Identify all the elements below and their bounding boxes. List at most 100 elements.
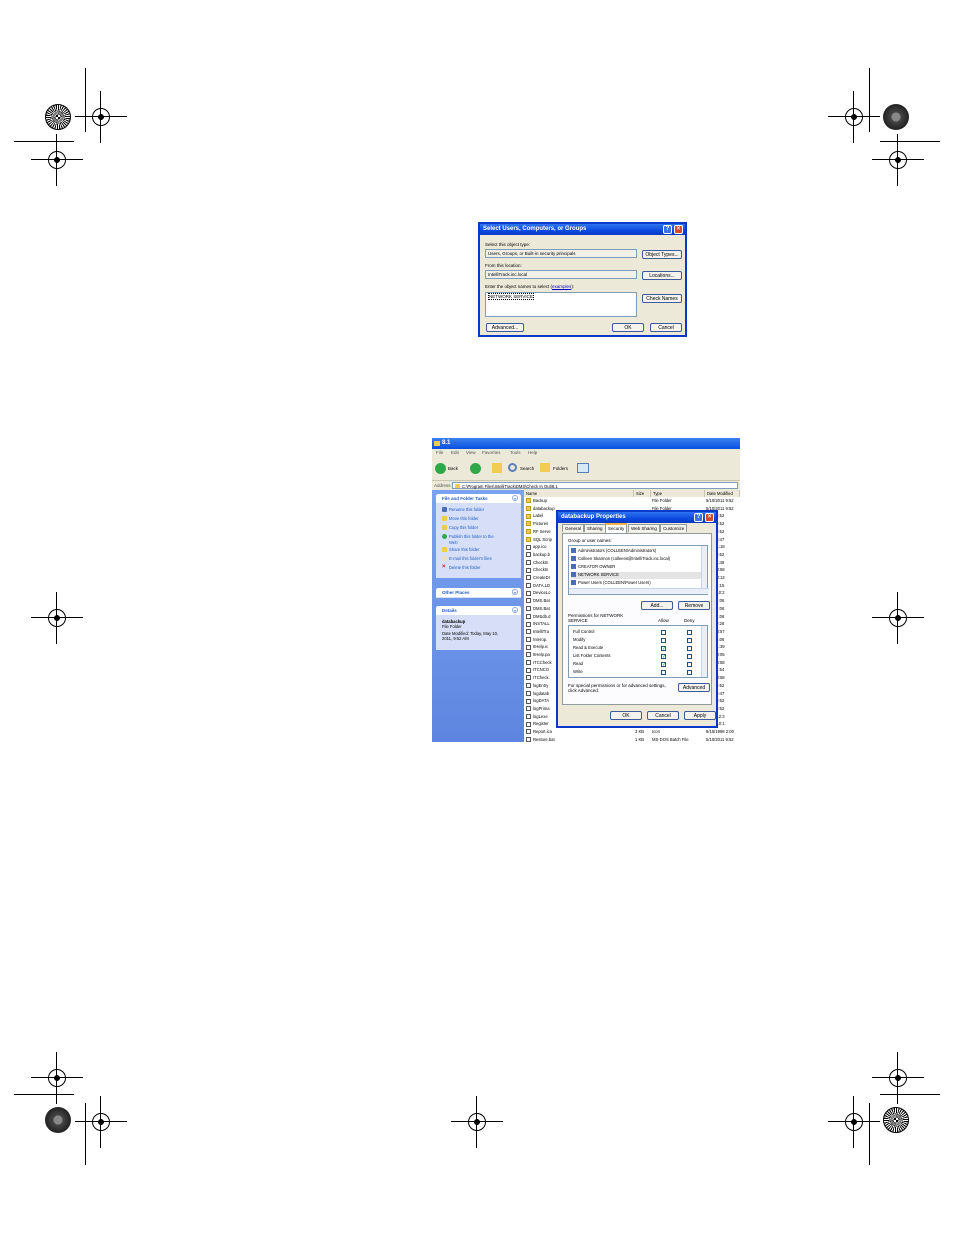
search-button-label[interactable]: Search <box>520 466 534 471</box>
file-row[interactable]: Interop. <box>526 637 547 644</box>
delete-folder-task[interactable]: × Delete this folder <box>442 564 480 570</box>
file-row[interactable]: Register <box>526 721 549 728</box>
views-icon[interactable] <box>577 463 589 473</box>
file-row[interactable]: logEntry <box>526 683 548 690</box>
move-folder-task[interactable]: Move this folder <box>442 516 479 522</box>
file-row[interactable]: Report.ico <box>526 729 552 736</box>
folders-button-label[interactable]: Folders <box>553 466 568 471</box>
allow-checkbox[interactable] <box>661 670 666 675</box>
column-header-name[interactable]: Name <box>524 490 634 497</box>
tab-web-sharing[interactable]: Web Sharing <box>628 524 660 532</box>
file-row[interactable]: DMSdb.d <box>526 614 550 621</box>
file-row[interactable]: ITCNCO <box>526 667 549 674</box>
allow-checkbox[interactable]: ✓ <box>661 654 666 660</box>
file-row[interactable]: CheckIn <box>526 560 548 567</box>
object-types-button[interactable]: Object Types... <box>642 250 682 259</box>
object-names-input[interactable]: NETWORK SERVICE <box>485 292 637 317</box>
cancel-button[interactable]: Cancel <box>647 711 679 720</box>
deny-checkbox[interactable] <box>687 646 692 651</box>
add-button[interactable]: Add... <box>641 601 673 610</box>
allow-checkbox[interactable] <box>661 638 666 643</box>
deny-checkbox[interactable] <box>687 630 692 635</box>
search-icon[interactable] <box>508 463 517 472</box>
file-row[interactable]: ITCCheck <box>526 660 552 667</box>
check-names-button[interactable]: Check Names <box>642 294 682 303</box>
examples-link[interactable]: examples <box>552 284 571 289</box>
group-list-item[interactable]: CREATOR OWNER <box>571 564 701 571</box>
apply-button[interactable]: Apply <box>684 711 716 720</box>
column-header-size[interactable]: Size <box>634 490 651 497</box>
up-folder-icon[interactable] <box>492 463 502 473</box>
file-row[interactable]: databackup <box>526 506 555 513</box>
column-header-type[interactable]: Type <box>651 490 705 497</box>
deny-checkbox[interactable] <box>687 638 692 643</box>
publish-folder-task-web[interactable]: Web <box>449 540 458 545</box>
close-icon[interactable]: × <box>705 513 714 522</box>
tab-customize[interactable]: Customize <box>660 524 688 532</box>
help-icon[interactable]: ? <box>663 225 672 234</box>
tab-security[interactable]: Security <box>605 523 628 533</box>
menu-edit[interactable]: Edit <box>451 450 459 455</box>
forward-arrow-icon[interactable] <box>470 463 481 474</box>
rename-folder-task[interactable]: Rename this folder <box>442 507 484 513</box>
details-header[interactable]: Details « <box>436 606 521 615</box>
horizontal-scrollbar[interactable] <box>569 588 709 594</box>
vertical-scrollbar[interactable] <box>701 626 707 677</box>
ok-button[interactable]: OK <box>610 711 642 720</box>
file-row[interactable]: backup.b <box>526 552 550 559</box>
other-places-header[interactable]: Other Places» <box>436 588 521 597</box>
file-row[interactable]: SQL Scrip <box>526 537 552 544</box>
menu-help[interactable]: Help <box>528 450 537 455</box>
menu-favorites[interactable]: Favorites <box>482 450 501 455</box>
file-row[interactable]: ItHelp.ic <box>526 644 548 651</box>
tab-general[interactable]: General <box>562 524 585 532</box>
file-row[interactable]: DATA.LD <box>526 583 550 590</box>
advanced-button[interactable]: Advanced <box>678 683 710 692</box>
collapse-chevron-icon[interactable]: « <box>512 607 518 613</box>
file-row[interactable]: INSTALL <box>526 621 550 628</box>
file-row[interactable]: app.ico <box>526 544 547 551</box>
file-row[interactable]: DMS.Bat <box>526 606 550 613</box>
menu-file[interactable]: File <box>436 450 443 455</box>
deny-checkbox[interactable] <box>687 654 692 659</box>
tab-sharing[interactable]: Sharing <box>584 524 606 532</box>
file-row[interactable]: CheckIn <box>526 567 548 574</box>
allow-checkbox[interactable]: ✓ <box>661 662 666 668</box>
group-list-item[interactable]: Administrators (COLLEEN\Administrators) <box>571 548 701 555</box>
menu-tools[interactable]: Tools <box>510 450 521 455</box>
group-list-item[interactable]: Colleen Skarmon (colleens@IntelliTrack.i… <box>571 556 701 563</box>
file-row[interactable]: logDATA <box>526 698 549 705</box>
file-row[interactable]: logLexe <box>526 714 548 721</box>
file-row[interactable]: DeviceLo <box>526 590 550 597</box>
file-folder-tasks-header[interactable]: File and Folder Tasks « <box>436 494 521 503</box>
publish-folder-task[interactable]: Publish this folder to the <box>442 534 494 540</box>
file-row[interactable]: ItHelp.pa <box>526 652 550 659</box>
advanced-button[interactable]: Advanced... <box>486 323 524 332</box>
back-button-label[interactable]: Back <box>448 466 458 471</box>
close-icon[interactable]: × <box>674 225 683 234</box>
file-row[interactable]: Pictures <box>526 521 548 528</box>
vertical-scrollbar[interactable] <box>701 546 707 588</box>
file-row[interactable]: Label <box>526 513 543 520</box>
file-row[interactable]: CreateDI <box>526 575 550 582</box>
column-header-date[interactable]: Date Modified <box>705 490 740 497</box>
allow-checkbox[interactable] <box>661 630 666 635</box>
help-icon[interactable]: ? <box>694 513 703 522</box>
file-row[interactable]: Backup <box>526 498 547 505</box>
back-arrow-icon[interactable] <box>435 463 446 474</box>
file-row[interactable]: RF Serve <box>526 529 551 536</box>
file-row[interactable]: Restore.bat <box>526 737 555 742</box>
file-row[interactable]: logPrima <box>526 706 550 713</box>
deny-checkbox[interactable] <box>687 670 692 675</box>
remove-button[interactable]: Remove <box>678 601 710 610</box>
group-list-item[interactable]: NETWORK SERVICE <box>571 572 701 579</box>
address-input[interactable]: C:\Program Files\IntelliTrack\DMS\Check … <box>452 482 738 489</box>
menu-view[interactable]: View <box>466 450 476 455</box>
locations-button[interactable]: Locations... <box>642 271 682 280</box>
allow-checkbox[interactable]: ✓ <box>661 646 666 652</box>
file-row[interactable]: logdatab <box>526 691 549 698</box>
ok-button[interactable]: OK <box>612 323 644 332</box>
copy-folder-task[interactable]: Copy this folder <box>442 525 478 531</box>
collapse-chevron-icon[interactable]: « <box>512 495 518 501</box>
expand-chevron-icon[interactable]: » <box>512 589 518 595</box>
